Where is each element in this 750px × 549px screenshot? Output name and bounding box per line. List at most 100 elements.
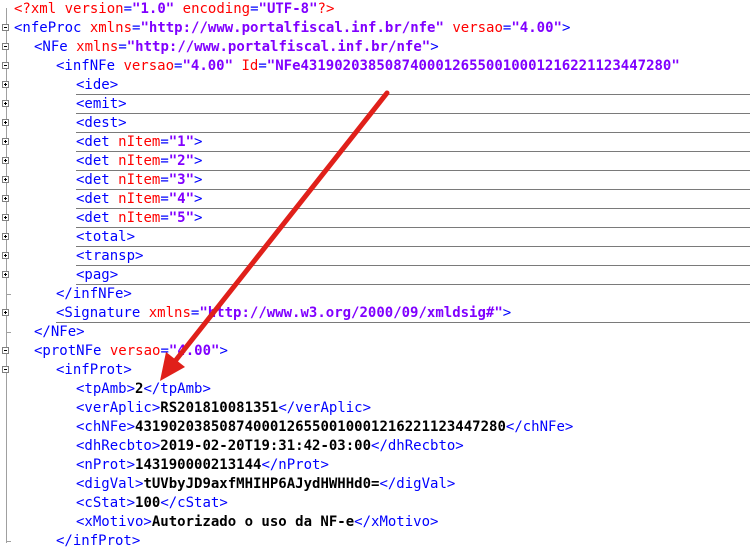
line-xml-declaration[interactable]: <?xml version="1.0" encoding="UTF-8"?> (0, 0, 750, 19)
fold-toggle-icon[interactable] (2, 366, 9, 373)
expand-icon[interactable] (2, 271, 9, 278)
attr-id-value: "NFe431902038508740001265500100012162211… (266, 58, 680, 74)
tag-infprot-close: </infProt> (56, 533, 141, 549)
line-veraplic[interactable]: <verAplic>RS201810081351</verAplic> (0, 399, 750, 418)
tag-close: > (194, 172, 203, 188)
line-transp[interactable]: <transp> (0, 247, 750, 266)
fold-toggle-icon[interactable] (2, 24, 9, 31)
tag-close: > (430, 39, 439, 55)
line-total[interactable]: <total> (0, 228, 750, 247)
attr-nitem: nItem (118, 134, 161, 150)
expand-icon[interactable] (2, 81, 9, 88)
line-emit[interactable]: <emit> (0, 95, 750, 114)
line-tpamb[interactable]: <tpAmb>2</tpAmb> (0, 380, 750, 399)
attr-versao-value: "4.00" (511, 20, 562, 36)
xml-editor[interactable]: <?xml version="1.0" encoding="UTF-8"?> <… (0, 0, 750, 549)
attr-xmlns-value: "http://www.portalfiscal.inf.br/nfe" (126, 39, 431, 55)
line-infprot-close[interactable]: </infProt> (0, 532, 750, 549)
tag-pag: <pag> (76, 267, 119, 283)
expand-icon[interactable] (2, 176, 9, 183)
attr-versao: versao (452, 20, 503, 36)
tag-open: <chNFe> (76, 419, 136, 435)
line-infprot[interactable]: <infProt> (0, 361, 750, 380)
line-det[interactable]: <det nItem="4"> (0, 190, 750, 209)
tag-det: <det (76, 153, 110, 169)
tag-infnfe: <infNFe (56, 58, 116, 74)
tag-close: > (219, 343, 228, 359)
tag-close: </tpAmb> (143, 381, 211, 397)
line-signature[interactable]: <Signature xmlns="http://www.w3.org/2000… (0, 304, 750, 323)
attr-nitem: nItem (118, 210, 161, 226)
xml-decl-open: <?xml (14, 1, 57, 17)
tag-protnfe: <protNFe (34, 343, 102, 359)
xml-decl-encoding-value: "UTF-8" (258, 1, 318, 17)
attr-nitem-value: "3" (168, 172, 195, 188)
expand-icon[interactable] (2, 100, 9, 107)
collapsed-node-divider (76, 246, 750, 247)
fold-end-tick (6, 332, 11, 333)
tag-close: > (561, 20, 571, 36)
line-ide[interactable]: <ide> (0, 76, 750, 95)
xml-decl-version-value: "1.0" (132, 1, 175, 17)
tag-infnfe-close: </infNFe> (56, 286, 132, 302)
xml-decl-attr-version: version (64, 1, 124, 17)
line-det[interactable]: <det nItem="5"> (0, 209, 750, 228)
attr-xmlns: xmlns (148, 305, 191, 321)
attr-nitem-value: "4" (168, 191, 195, 207)
line-protnfe[interactable]: <protNFe versao="4.00"> (0, 342, 750, 361)
line-nfe[interactable]: <NFe xmlns="http://www.portalfiscal.inf.… (0, 38, 750, 57)
line-det[interactable]: <det nItem="1"> (0, 133, 750, 152)
attr-nitem-value: "2" (168, 153, 195, 169)
expand-icon[interactable] (2, 252, 9, 259)
line-xmotivo[interactable]: <xMotivo>Autorizado o uso da NF-e</xMoti… (0, 513, 750, 532)
fold-toggle-icon[interactable] (2, 347, 9, 354)
expand-icon[interactable] (2, 119, 9, 126)
field-value: 143190000213144 (135, 457, 262, 473)
line-infnfe[interactable]: <infNFe versao="4.00" Id="NFe43190203850… (0, 57, 750, 76)
tag-close: > (502, 305, 512, 321)
line-dhrecbto[interactable]: <dhRecbto>2019-02-20T19:31:42-03:00</dhR… (0, 437, 750, 456)
line-det[interactable]: <det nItem="2"> (0, 152, 750, 171)
fold-toggle-icon[interactable] (2, 62, 9, 69)
line-chnfe[interactable]: <chNFe>431902038508740001265500100012162… (0, 418, 750, 437)
collapsed-node-divider (76, 227, 750, 228)
tag-nfe: <NFe (34, 39, 68, 55)
line-infnfe-close[interactable]: </infNFe> (0, 285, 750, 304)
tag-open: <digVal> (76, 476, 144, 492)
attr-versao: versao (123, 58, 175, 74)
expand-icon[interactable] (2, 138, 9, 145)
expand-icon[interactable] (2, 309, 9, 316)
tag-close: > (194, 153, 203, 169)
line-nprot[interactable]: <nProt>143190000213144</nProt> (0, 456, 750, 475)
tag-close: </chNFe> (505, 419, 574, 435)
tag-det: <det (76, 191, 110, 207)
line-cstat[interactable]: <cStat>100</cStat> (0, 494, 750, 513)
tag-open: <verAplic> (76, 400, 161, 416)
expand-icon[interactable] (2, 195, 9, 202)
collapsed-node-divider (76, 94, 750, 95)
attr-nitem: nItem (118, 191, 161, 207)
line-nfe-close[interactable]: </NFe> (0, 323, 750, 342)
attr-nitem: nItem (118, 153, 161, 169)
line-dest[interactable]: <dest> (0, 114, 750, 133)
line-nfeproc[interactable]: <nfeProc xmlns="http://www.portalfiscal.… (0, 19, 750, 38)
attr-id: Id (241, 58, 259, 74)
tag-ide: <ide> (76, 77, 119, 93)
tag-close: > (194, 191, 203, 207)
tag-close: </cStat> (160, 495, 228, 511)
line-digval[interactable]: <digVal>tUVbyJD9axfMHIHP6AJydHWHHd0=</di… (0, 475, 750, 494)
field-value: tUVbyJD9axfMHIHP6AJydHWHHd0= (143, 476, 380, 492)
xml-decl-attr-encoding: encoding (182, 1, 251, 17)
expand-icon[interactable] (2, 233, 9, 240)
tag-det: <det (76, 210, 110, 226)
line-det[interactable]: <det nItem="3"> (0, 171, 750, 190)
fold-toggle-icon[interactable] (2, 43, 9, 50)
expand-icon[interactable] (2, 157, 9, 164)
attr-xmlns-value: "http://www.portalfiscal.inf.br/nfe" (140, 20, 444, 36)
tag-close: </nProt> (261, 457, 329, 473)
tag-det: <det (76, 134, 110, 150)
line-pag[interactable]: <pag> (0, 266, 750, 285)
fold-end-tick (6, 541, 11, 542)
attr-nitem: nItem (118, 172, 161, 188)
expand-icon[interactable] (2, 214, 9, 221)
